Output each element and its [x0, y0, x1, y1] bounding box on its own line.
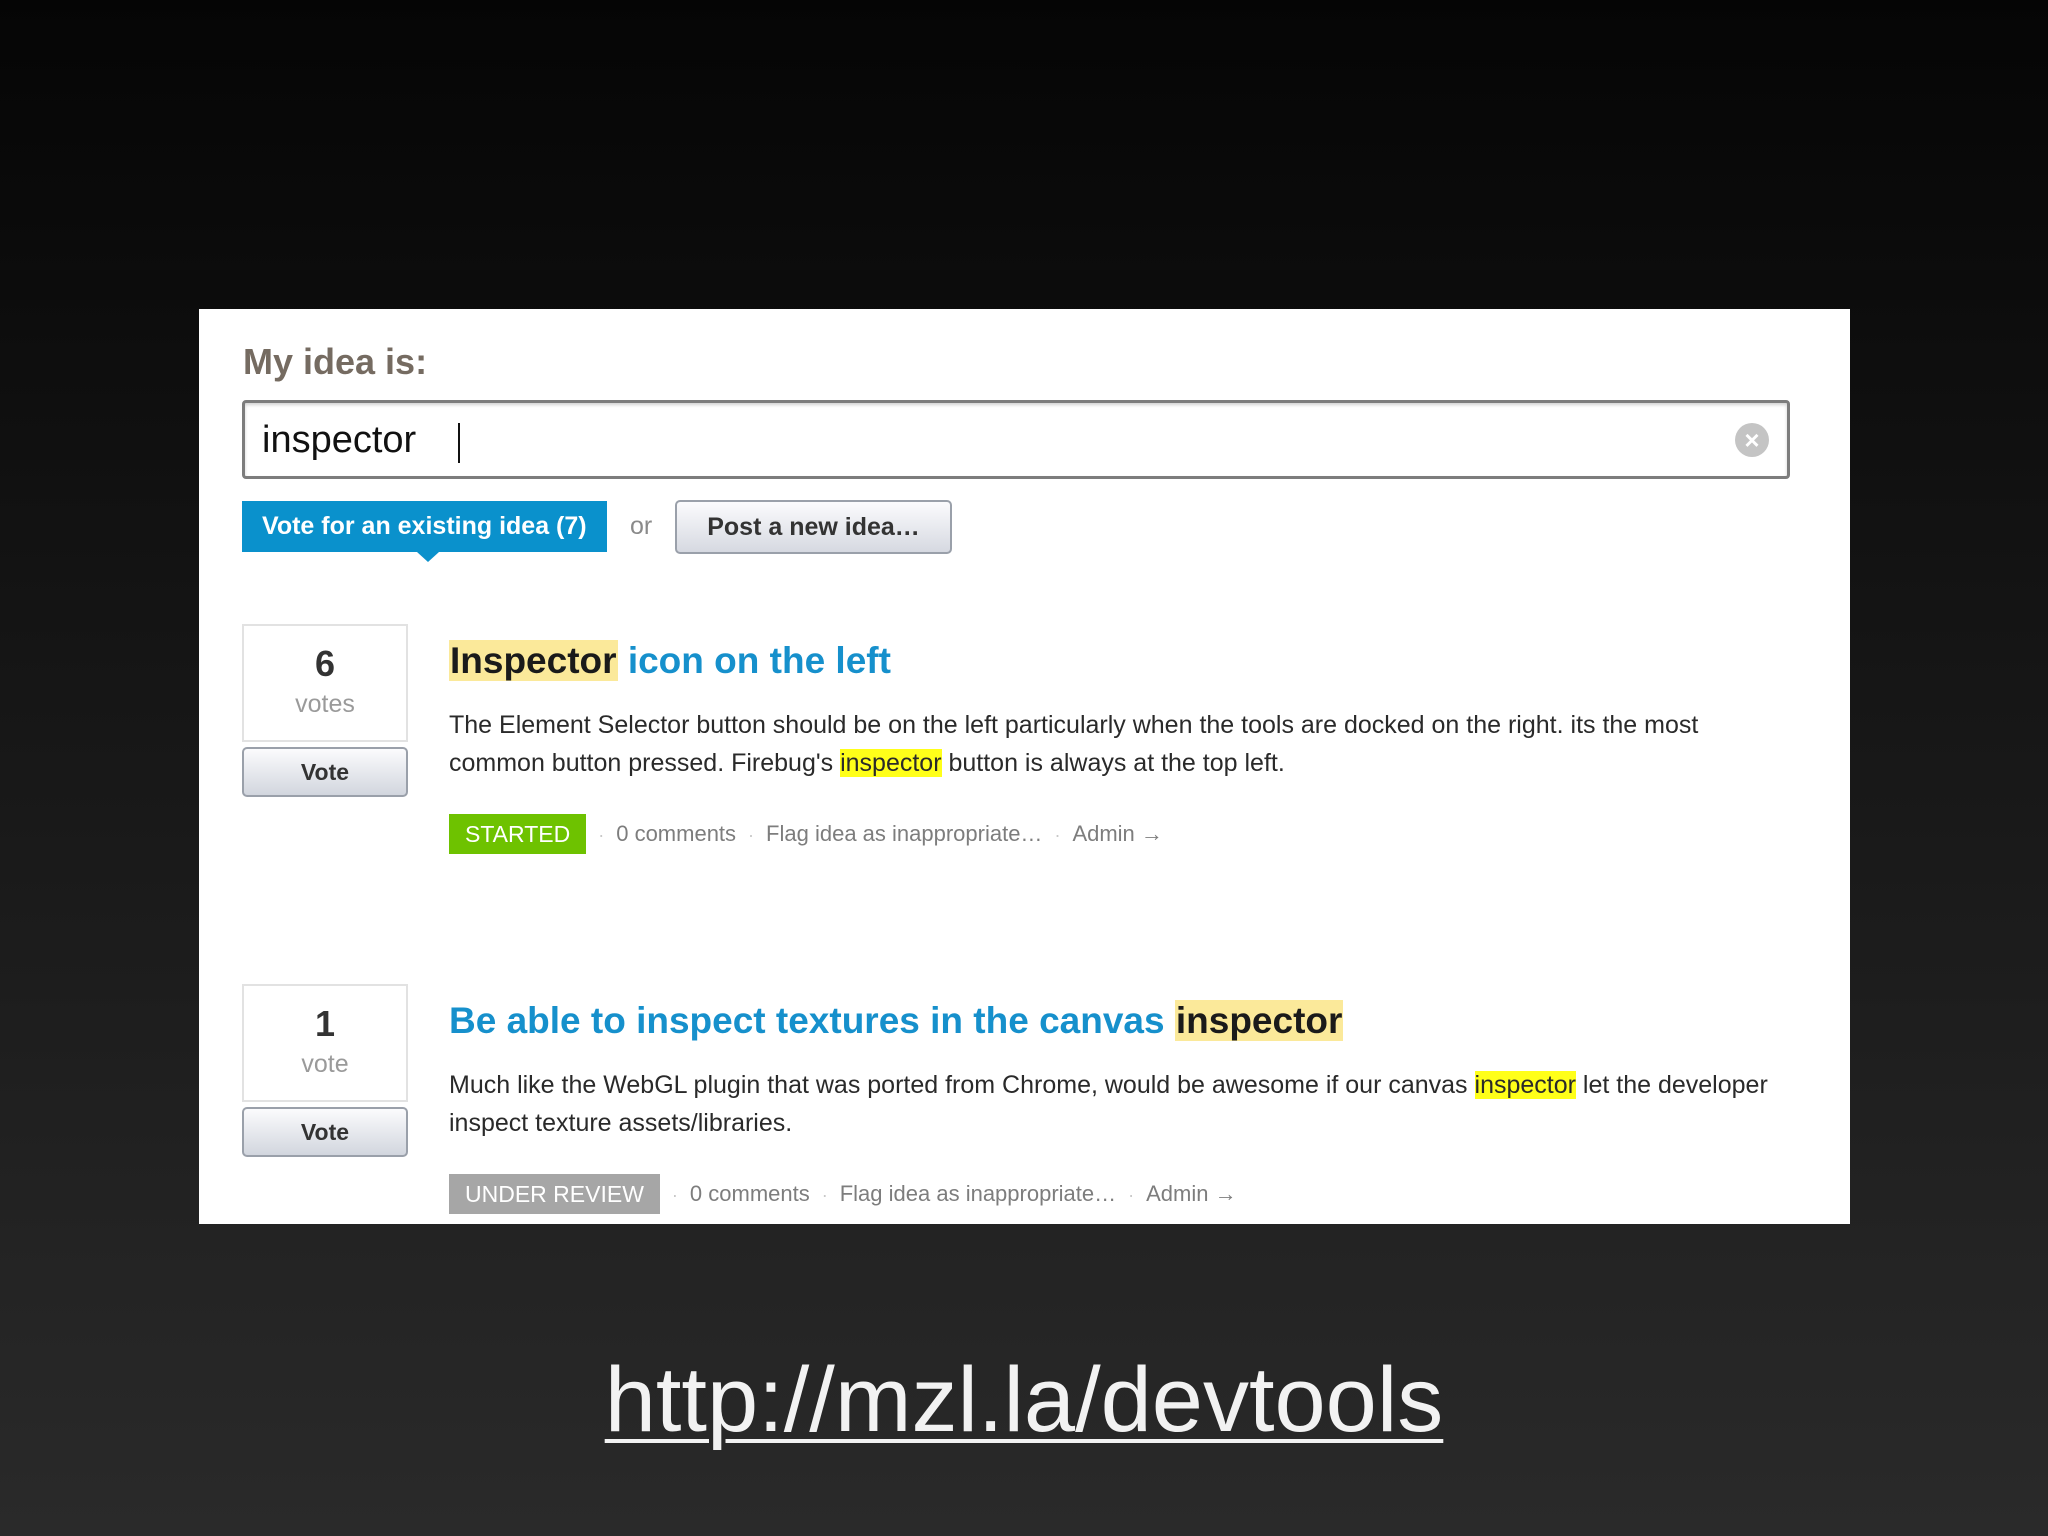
- meta-separator: ·: [598, 825, 605, 845]
- idea-title-link[interactable]: Inspector icon on the left: [449, 640, 891, 682]
- vote-button[interactable]: Vote: [242, 1107, 408, 1157]
- vote-count: 1: [314, 1003, 336, 1044]
- idea-item: 6 votes Vote Inspector icon on the left …: [242, 624, 1822, 884]
- meta-separator: ·: [1054, 825, 1061, 845]
- comments-link[interactable]: 0 comments: [690, 1181, 810, 1206]
- idea-title-link[interactable]: Be able to inspect textures in the canva…: [449, 1000, 1344, 1042]
- vote-count-box: 6 votes: [242, 624, 408, 742]
- vote-button[interactable]: Vote: [242, 747, 408, 797]
- flag-idea-link[interactable]: Flag idea as inappropriate…: [840, 1181, 1116, 1206]
- description-text: Much like the WebGL plugin that was port…: [449, 1071, 1475, 1099]
- vote-count: 6: [314, 643, 336, 684]
- status-badge: UNDER REVIEW: [449, 1174, 660, 1214]
- admin-link[interactable]: Admin →: [1072, 821, 1162, 846]
- vote-count-unit: votes: [295, 690, 355, 718]
- description-text: button is always at the top left.: [941, 749, 1285, 777]
- description-highlighted-term: inspector: [840, 749, 942, 777]
- idea-meta-row: UNDER REVIEW · 0 comments · Flag idea as ina…: [449, 1174, 1237, 1214]
- vote-count-box: 1 vote: [242, 984, 408, 1102]
- description-highlighted-term: inspector: [1474, 1071, 1576, 1099]
- vote-count-unit: vote: [301, 1050, 349, 1078]
- title-highlighted-term: Inspector: [449, 640, 618, 681]
- title-highlighted-term: inspector: [1174, 1000, 1344, 1041]
- idea-search-box[interactable]: ×: [242, 400, 1790, 479]
- devtools-url-link[interactable]: http://mzl.la/devtools: [605, 1349, 1444, 1451]
- idea-search-input[interactable]: [262, 417, 1702, 463]
- meta-separator: ·: [1128, 1185, 1135, 1205]
- title-text: Be able to inspect textures in the canva…: [449, 1000, 1175, 1041]
- idea-search-panel: My idea is: × Vote for an existing idea …: [199, 309, 1850, 1224]
- meta-separator: ·: [821, 1185, 828, 1205]
- idea-description: Much like the WebGL plugin that was port…: [449, 1066, 1789, 1142]
- post-new-idea-button[interactable]: Post a new idea…: [675, 500, 952, 554]
- or-separator-label: or: [630, 512, 653, 540]
- flag-idea-link[interactable]: Flag idea as inappropriate…: [766, 821, 1042, 846]
- meta-separator: ·: [671, 1185, 678, 1205]
- meta-separator: ·: [748, 825, 755, 845]
- idea-item: 1 vote Vote Be able to inspect textures …: [242, 984, 1822, 1224]
- idea-meta-row: STARTED · 0 comments · Flag idea as inapprop…: [449, 814, 1163, 854]
- comments-link[interactable]: 0 comments: [616, 821, 736, 846]
- idea-description: The Element Selector button should be on…: [449, 706, 1789, 782]
- text-caret: [458, 423, 460, 463]
- admin-link[interactable]: Admin →: [1146, 1181, 1236, 1206]
- status-badge: STARTED: [449, 814, 587, 854]
- vote-existing-idea-tab[interactable]: Vote for an existing idea (7): [242, 501, 607, 562]
- idea-prompt-label: My idea is:: [243, 341, 428, 382]
- title-text: icon on the left: [617, 640, 891, 681]
- slide-footer: http://mzl.la/devtools: [0, 1348, 2048, 1453]
- clear-search-icon[interactable]: ×: [1735, 423, 1769, 457]
